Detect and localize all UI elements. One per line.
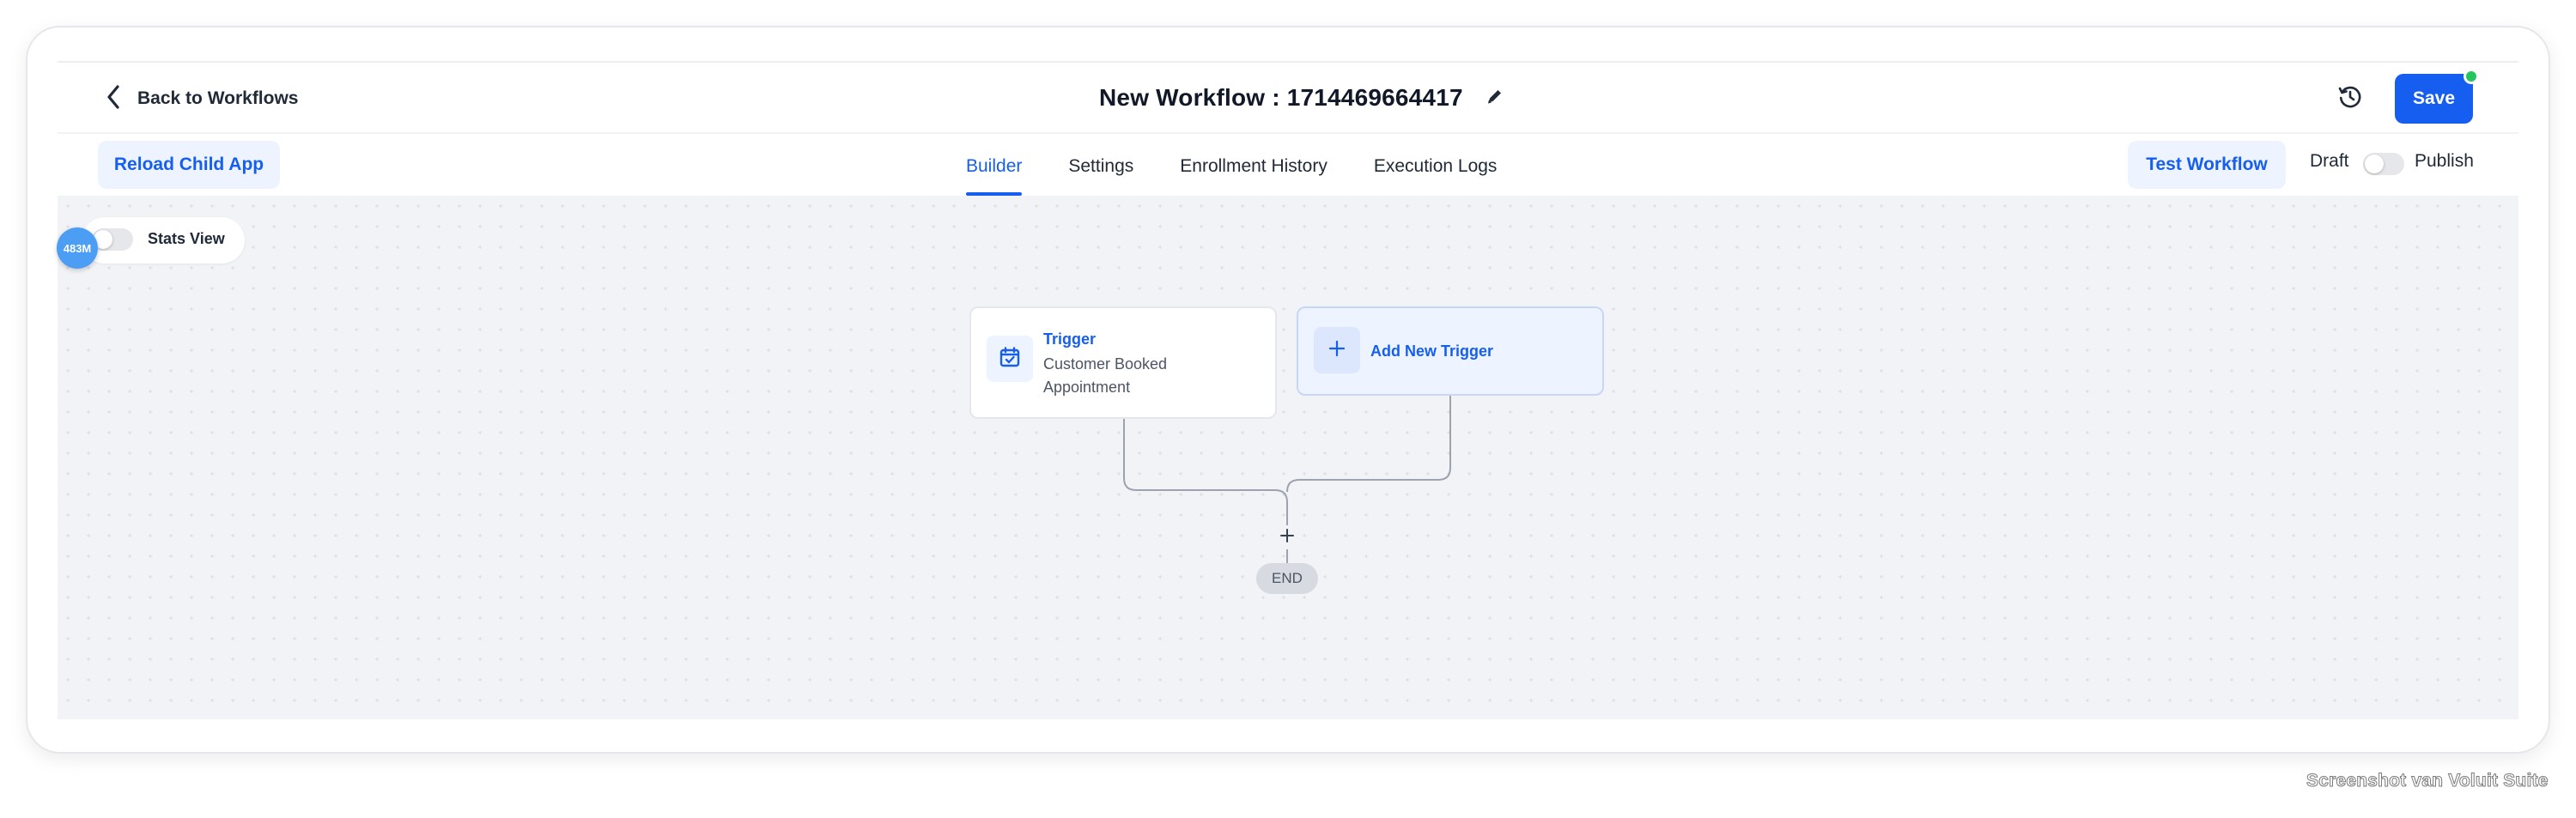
tab-builder[interactable]: Builder <box>953 137 1035 196</box>
memory-badge: 483M <box>57 227 98 269</box>
workflow-canvas[interactable] <box>58 196 2518 719</box>
watermark-text: Screenshot van Voluit Suite <box>2306 771 2549 791</box>
page-title: New Workflow : 1714469664417 <box>1099 84 1463 111</box>
status-indicator <box>2464 69 2479 84</box>
reload-child-app-button[interactable]: Reload Child App <box>98 141 280 189</box>
edit-pencil-icon[interactable] <box>1485 87 1504 110</box>
add-trigger-icon-container <box>1314 327 1360 373</box>
calendar-check-icon <box>999 346 1021 373</box>
plus-icon <box>1279 527 1296 548</box>
add-step-button[interactable] <box>1273 524 1301 551</box>
header-divider <box>58 61 2518 63</box>
trigger-icon-container <box>987 336 1033 382</box>
draft-label: Draft <box>2310 151 2349 171</box>
publish-label: Publish <box>2415 151 2474 171</box>
tab-bar: Builder Settings Enrollment History Exec… <box>953 137 1530 196</box>
tab-enrollment-history[interactable]: Enrollment History <box>1167 137 1340 196</box>
chevron-left-icon <box>106 84 120 113</box>
publish-toggle[interactable] <box>2363 153 2404 175</box>
history-button[interactable] <box>2334 82 2366 115</box>
trigger-title: Trigger <box>1043 330 1097 348</box>
end-node: END <box>1256 563 1318 594</box>
tab-settings[interactable]: Settings <box>1055 137 1146 196</box>
workflow-title-area: New Workflow : 1714469664417 <box>1099 81 1504 115</box>
test-workflow-button[interactable]: Test Workflow <box>2128 141 2286 189</box>
stats-view-label: Stats View <box>148 230 225 247</box>
back-to-workflows-link[interactable]: Back to Workflows <box>106 84 298 113</box>
plus-icon <box>1327 339 1346 362</box>
tab-execution-logs[interactable]: Execution Logs <box>1361 137 1510 196</box>
trigger-card[interactable]: Trigger Customer Booked Appointment <box>969 306 1277 419</box>
toolbar-divider <box>58 132 2518 134</box>
add-new-trigger-button[interactable]: Add New Trigger <box>1297 306 1604 396</box>
trigger-description: Customer Booked Appointment <box>1043 355 1168 396</box>
stats-view-toggle[interactable] <box>92 228 133 251</box>
save-button[interactable]: Save <box>2395 74 2473 124</box>
back-label: Back to Workflows <box>137 88 299 108</box>
toggle-knob <box>2365 155 2384 173</box>
history-clock-icon <box>2337 84 2363 114</box>
add-trigger-label: Add New Trigger <box>1370 342 1494 360</box>
